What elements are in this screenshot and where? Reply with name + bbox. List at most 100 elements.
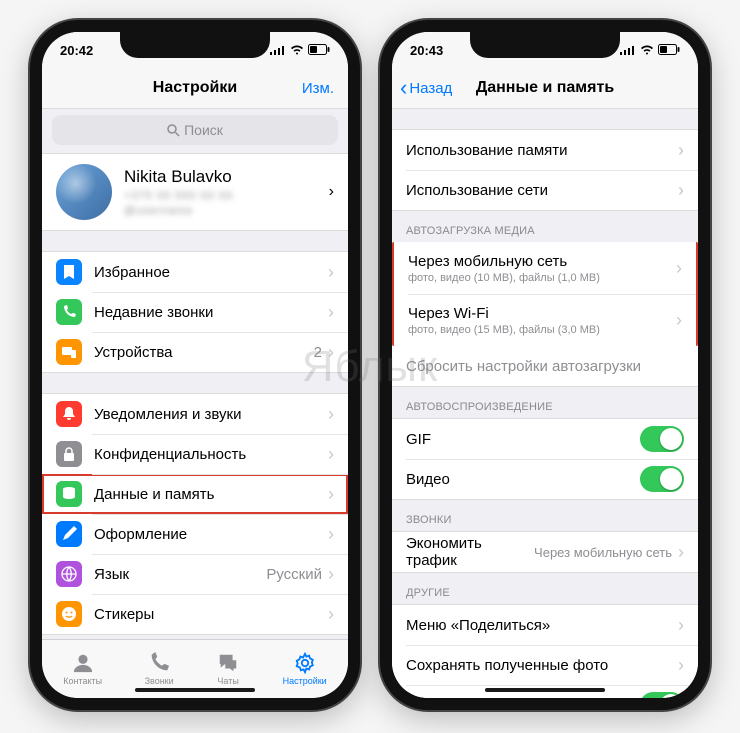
bookmark-icon bbox=[56, 259, 82, 285]
section-calls: ЗВОНКИ bbox=[392, 500, 698, 531]
label: Избранное bbox=[94, 264, 328, 281]
gear-icon bbox=[293, 652, 317, 674]
row-gif[interactable]: GIF bbox=[392, 419, 698, 459]
value: Русский bbox=[266, 566, 322, 583]
signal-icon bbox=[620, 43, 636, 58]
chevron-icon: › bbox=[328, 404, 334, 425]
avatar bbox=[56, 164, 112, 220]
toggle-video[interactable] bbox=[640, 466, 684, 492]
label: Устройства bbox=[94, 344, 314, 361]
toggle-save-edited[interactable] bbox=[640, 692, 684, 698]
label: Язык bbox=[94, 566, 266, 583]
row-save-traffic[interactable]: Экономить трафик Через мобильную сеть › bbox=[392, 532, 698, 572]
search-placeholder: Поиск bbox=[184, 122, 223, 138]
label: Использование сети bbox=[406, 182, 678, 199]
subtitle: фото, видео (10 MB), файлы (1,0 MB) bbox=[408, 272, 676, 284]
chevron-icon: › bbox=[678, 542, 684, 563]
row-recent-calls[interactable]: Недавние звонки › bbox=[42, 292, 348, 332]
devices-icon bbox=[56, 339, 82, 365]
row-appearance[interactable]: Оформление › bbox=[42, 514, 348, 554]
chevron-icon: › bbox=[678, 140, 684, 161]
chevron-icon: › bbox=[328, 604, 334, 625]
back-button[interactable]: ‹ Назад bbox=[400, 77, 452, 99]
tab-label: Контакты bbox=[63, 676, 102, 686]
tab-label: Настройки bbox=[283, 676, 327, 686]
page-title: Данные и память bbox=[476, 79, 614, 97]
back-label: Назад bbox=[409, 80, 452, 97]
value: Через мобильную сеть bbox=[534, 545, 672, 560]
label: Сбросить настройки автозагрузки bbox=[406, 358, 684, 375]
navbar: ‹ Назад Данные и память bbox=[392, 68, 698, 109]
search-input[interactable]: Поиск bbox=[52, 115, 338, 145]
profile-name: Nikita Bulavko bbox=[124, 167, 233, 187]
search-icon bbox=[167, 124, 180, 137]
edit-button[interactable]: Изм. bbox=[302, 80, 334, 97]
chevron-icon: › bbox=[328, 484, 334, 505]
home-indicator[interactable] bbox=[135, 688, 255, 692]
signal-icon bbox=[270, 43, 286, 58]
home-indicator[interactable] bbox=[485, 688, 605, 692]
chevron-icon: › bbox=[328, 262, 334, 283]
row-devices[interactable]: Устройства 2 › bbox=[42, 332, 348, 372]
row-data-storage[interactable]: Данные и память › bbox=[42, 474, 348, 514]
row-reset-autodl[interactable]: Сбросить настройки автозагрузки bbox=[392, 346, 698, 386]
sticker-icon bbox=[56, 601, 82, 627]
section-autodownload: АВТОЗАГРУЗКА МЕДИА bbox=[392, 211, 698, 242]
chevron-icon: › bbox=[328, 444, 334, 465]
label: Уведомления и звуки bbox=[94, 406, 328, 423]
label: Через Wi-Fi bbox=[408, 305, 676, 322]
person-icon bbox=[71, 652, 95, 674]
profile-phone-blurred: +375 00 000 00 00 bbox=[124, 190, 233, 202]
tab-contacts[interactable]: Контакты bbox=[63, 652, 102, 686]
tab-chats[interactable]: Чаты bbox=[216, 652, 240, 686]
chevron-icon: › bbox=[328, 524, 334, 545]
lock-icon bbox=[56, 441, 82, 467]
row-storage-usage[interactable]: Использование памяти › bbox=[392, 130, 698, 170]
battery-icon bbox=[658, 43, 680, 58]
label: Меню «Поделиться» bbox=[406, 617, 678, 634]
section-autoplay: АВТОВОСПРОИЗВЕДЕНИЕ bbox=[392, 387, 698, 418]
row-share-menu[interactable]: Меню «Поделиться» › bbox=[392, 605, 698, 645]
status-time: 20:43 bbox=[410, 43, 443, 58]
chevron-icon: › bbox=[329, 183, 334, 201]
tab-label: Звонки bbox=[145, 676, 174, 686]
value: 2 bbox=[314, 344, 322, 361]
label: Конфиденциальность bbox=[94, 446, 328, 463]
notch bbox=[470, 32, 620, 58]
phone-left: 20:42 Настройки Изм. bbox=[30, 20, 360, 710]
label: Стикеры bbox=[94, 606, 328, 623]
chevron-icon: › bbox=[328, 342, 334, 363]
label: GIF bbox=[406, 431, 640, 448]
notch bbox=[120, 32, 270, 58]
profile-row[interactable]: Nikita Bulavko +375 00 000 00 00 @userna… bbox=[42, 153, 348, 231]
tab-calls[interactable]: Звонки bbox=[145, 652, 174, 686]
status-time: 20:42 bbox=[60, 43, 93, 58]
row-network-usage[interactable]: Использование сети › bbox=[392, 170, 698, 210]
battery-icon bbox=[308, 43, 330, 58]
label: Экономить трафик bbox=[406, 535, 534, 569]
navbar: Настройки Изм. bbox=[42, 68, 348, 109]
chevron-left-icon: ‹ bbox=[400, 77, 407, 99]
tab-settings[interactable]: Настройки bbox=[283, 652, 327, 686]
profile-username-blurred: @username bbox=[124, 205, 233, 217]
row-saved-messages[interactable]: Избранное › bbox=[42, 252, 348, 292]
row-privacy[interactable]: Конфиденциальность › bbox=[42, 434, 348, 474]
label: Сохранять отред. фото bbox=[406, 697, 640, 699]
bell-icon bbox=[56, 401, 82, 427]
row-notifications[interactable]: Уведомления и звуки › bbox=[42, 394, 348, 434]
phone-icon bbox=[56, 299, 82, 325]
label: Через мобильную сеть bbox=[408, 253, 676, 270]
row-video[interactable]: Видео bbox=[392, 459, 698, 499]
brush-icon bbox=[56, 521, 82, 547]
row-save-received[interactable]: Сохранять полученные фото › bbox=[392, 645, 698, 685]
label: Использование памяти bbox=[406, 142, 678, 159]
section-other: ДРУГИЕ bbox=[392, 573, 698, 604]
row-language[interactable]: Язык Русский › bbox=[42, 554, 348, 594]
chevron-icon: › bbox=[328, 302, 334, 323]
row-cellular[interactable]: Через мобильную сеть фото, видео (10 MB)… bbox=[394, 242, 696, 294]
tab-label: Чаты bbox=[217, 676, 238, 686]
toggle-gif[interactable] bbox=[640, 426, 684, 452]
row-wifi[interactable]: Через Wi-Fi фото, видео (15 MB), файлы (… bbox=[394, 294, 696, 346]
row-stickers[interactable]: Стикеры › bbox=[42, 594, 348, 634]
chevron-icon: › bbox=[678, 615, 684, 636]
